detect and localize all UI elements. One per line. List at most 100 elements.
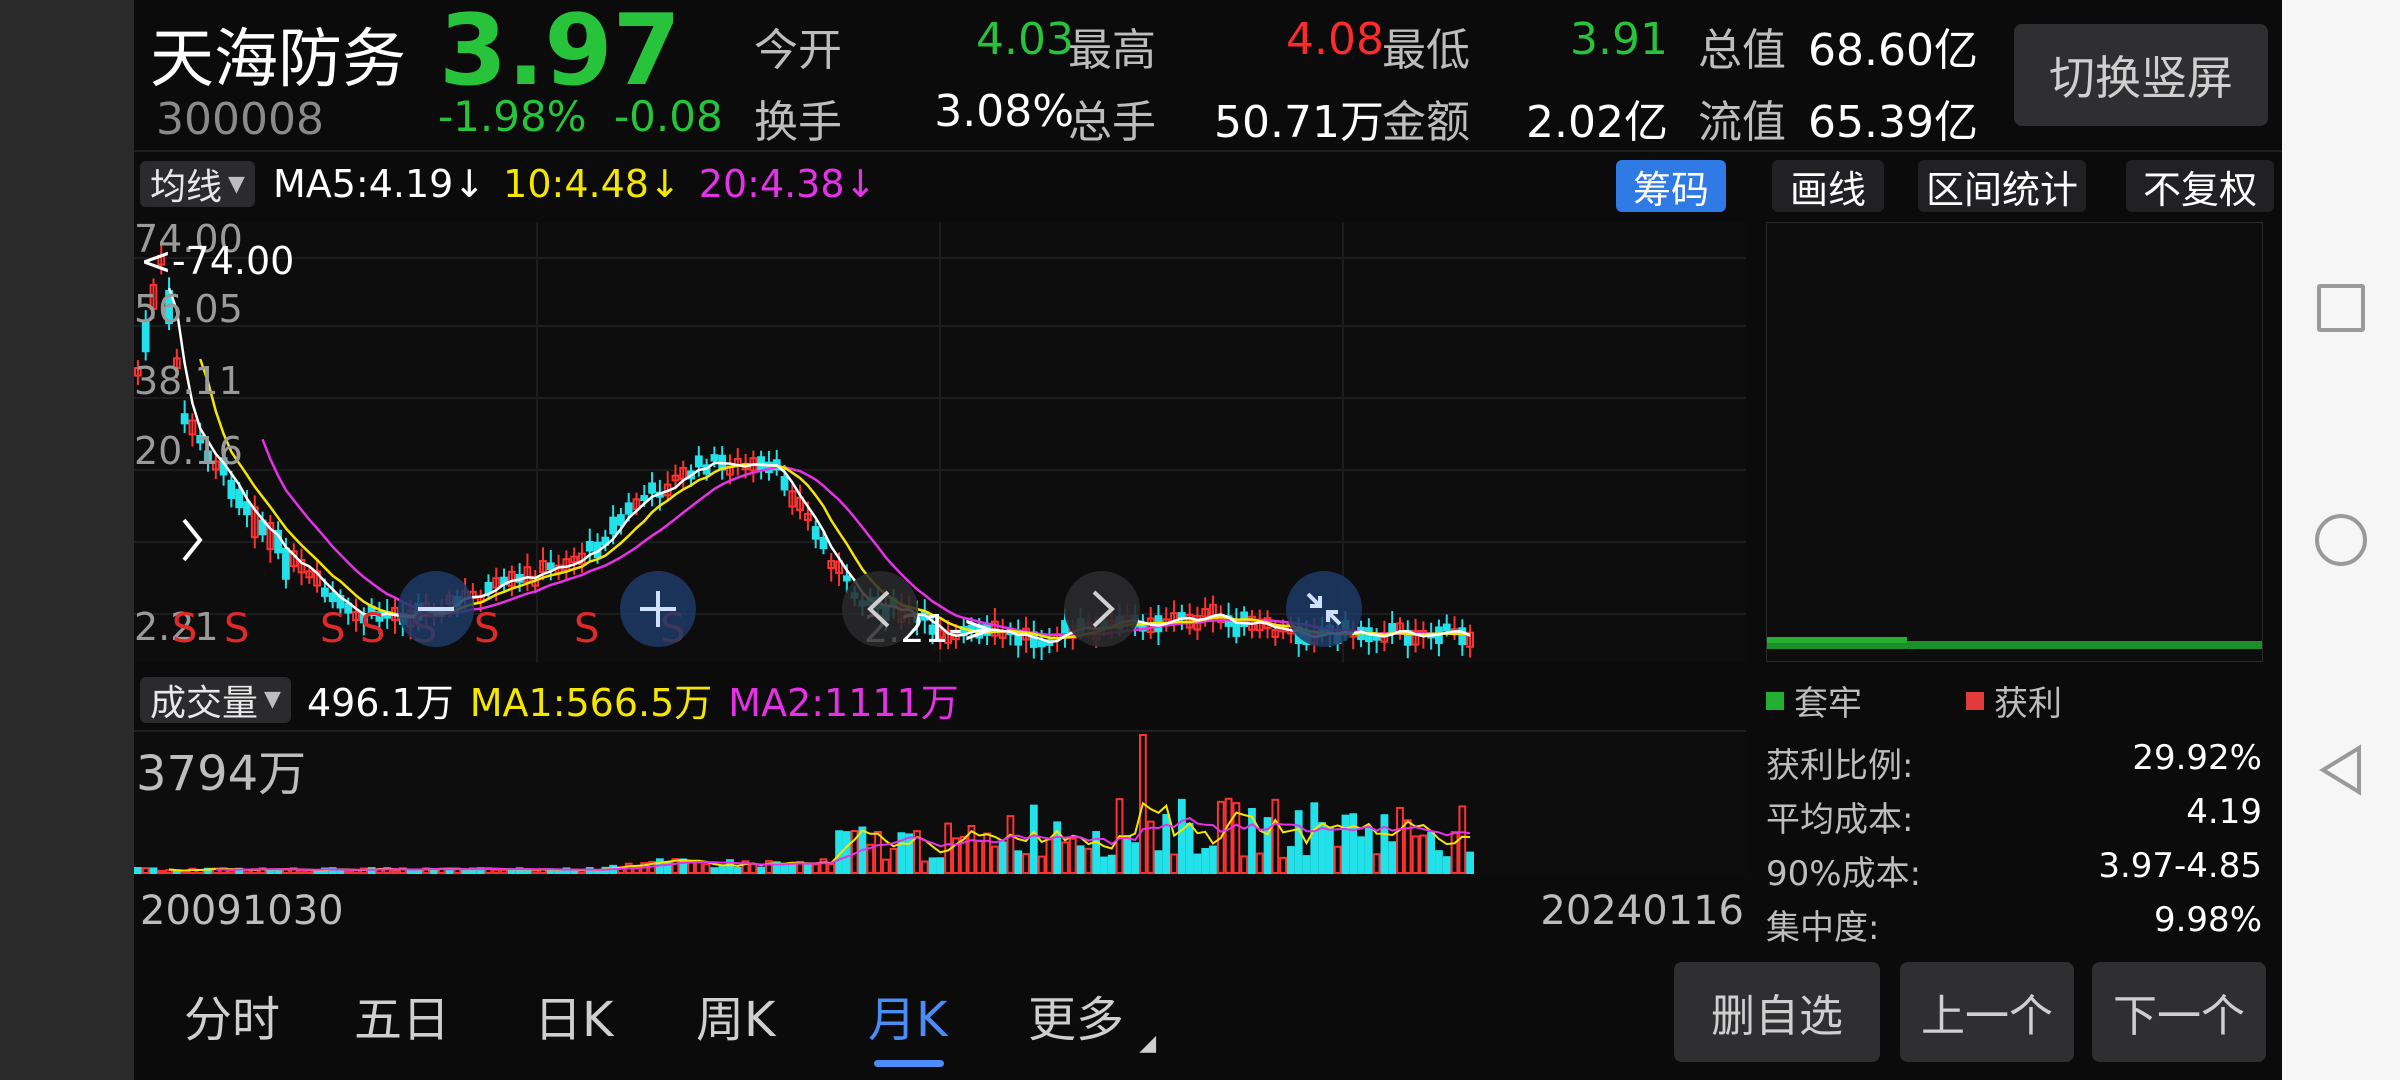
- candle-body: [235, 489, 244, 509]
- candle-body: [694, 455, 703, 468]
- volume-selector-label: 成交量: [150, 682, 259, 724]
- ma10-value: 10:4.48↓: [503, 162, 681, 206]
- profit-label: 获利: [1994, 684, 2062, 724]
- header-divider: [134, 150, 2282, 152]
- volume-bar: [1131, 842, 1139, 875]
- candle-body: [328, 592, 337, 603]
- candle-body: [617, 514, 625, 526]
- zoom-in-icon[interactable]: [620, 571, 696, 647]
- switch-portrait-button[interactable]: 切换竖屏: [2014, 24, 2268, 126]
- profit-ratio-label: 获利比例:: [1766, 746, 1914, 786]
- volume-bar: [998, 841, 1007, 874]
- avg-cost-label: 平均成本:: [1766, 800, 1914, 840]
- volume-bar: [1201, 848, 1210, 875]
- candle-body: [320, 587, 329, 597]
- concentration-value: 9.98%: [2153, 900, 2262, 940]
- open-value: 4.03: [976, 14, 1074, 65]
- volume-selector[interactable]: 成交量 ▼: [140, 676, 291, 724]
- candle-body: [243, 501, 251, 516]
- volume-bar: [1380, 814, 1389, 874]
- ma-selector[interactable]: 均线 ▼: [140, 161, 255, 208]
- sell-signal: S: [224, 606, 249, 652]
- volume-bar: [936, 857, 945, 875]
- volume-bar: [804, 863, 812, 875]
- turnover-label: 换手: [754, 97, 842, 148]
- volume-bar: [733, 866, 742, 875]
- volume-bar: [1388, 841, 1397, 874]
- sell-signal: S: [360, 606, 385, 652]
- float-cap-value: 65.39亿: [1808, 97, 1978, 148]
- volume-bar: [757, 866, 766, 874]
- volume-bar: [1263, 817, 1272, 875]
- volume-bar: [780, 863, 789, 875]
- volume-bar: [710, 867, 719, 874]
- volume-bar: [905, 833, 914, 874]
- price-axis-label: 20.16: [134, 429, 243, 473]
- volume-bar: [1325, 827, 1334, 875]
- ma5-value: MA5:4.19↓: [272, 162, 486, 206]
- next-stock-button[interactable]: 下一个: [2092, 962, 2266, 1062]
- volume-bar: [1185, 822, 1194, 874]
- back-button[interactable]: [2282, 730, 2400, 810]
- volume-bar: [570, 869, 579, 874]
- total-cap-value: 68.60亿: [1808, 25, 1978, 76]
- change-amount: -0.08: [614, 92, 723, 141]
- recent-apps-button[interactable]: [2282, 268, 2400, 348]
- volume-bar: [1349, 813, 1358, 874]
- circle-icon: [2315, 514, 2367, 566]
- date-end: 20240116: [1540, 888, 1744, 934]
- zoom-out-icon[interactable]: [398, 571, 474, 647]
- volume-bar: [1177, 798, 1186, 874]
- volume-bar: [1357, 836, 1365, 875]
- candle-body: [484, 581, 493, 595]
- chips-button[interactable]: 筹码: [1616, 160, 1726, 212]
- tab-monthly-k[interactable]: 月K: [868, 980, 947, 1050]
- tab-more[interactable]: 更多 ◢: [1028, 980, 1156, 1056]
- home-button[interactable]: [2282, 500, 2400, 580]
- volume-bar: [1341, 814, 1350, 874]
- system-nav-bar: [2282, 0, 2400, 1080]
- sell-signal: S: [574, 606, 599, 652]
- chip-legend-profit: 获利: [1966, 676, 2062, 725]
- volume-svg: 3794万: [134, 730, 1746, 875]
- tab-daily-k[interactable]: 日K: [534, 980, 613, 1050]
- candle-body: [1442, 623, 1451, 632]
- volume-bar: [134, 867, 142, 874]
- kline-svg: 74.0056.0538.1120.162.21 SSSSSSSS <-74.0…: [134, 217, 1746, 662]
- sell-signal: S: [320, 606, 345, 652]
- adjust-button[interactable]: 不复权: [2126, 160, 2274, 212]
- triangle-back-icon: [2319, 744, 2361, 796]
- kline-chart[interactable]: 74.0056.0538.1120.162.21 SSSSSSSS <-74.0…: [134, 217, 1746, 662]
- volume-chart[interactable]: 3794万: [134, 730, 1746, 875]
- volume-bar: [1014, 850, 1023, 875]
- draw-line-button[interactable]: 画线: [1772, 160, 1884, 212]
- candle-body: [585, 541, 594, 552]
- compress-icon[interactable]: [1286, 571, 1362, 647]
- volume-bar: [1107, 854, 1116, 874]
- cost90-label: 90%成本:: [1766, 854, 1922, 894]
- candle-body: [640, 494, 649, 502]
- date-start: 20091030: [140, 888, 344, 934]
- candle-body: [609, 516, 618, 535]
- remove-favorite-button[interactable]: 删自选: [1674, 962, 1880, 1062]
- stock-code: 300008: [156, 94, 324, 145]
- volume-bar: [1193, 853, 1202, 875]
- ma-selector-label: 均线: [150, 167, 223, 208]
- chip-svg: [1767, 223, 2262, 661]
- scroll-right-icon[interactable]: [1064, 571, 1140, 647]
- scroll-left-icon[interactable]: [842, 571, 918, 647]
- tab-intraday[interactable]: 分时: [184, 980, 280, 1050]
- candle-body: [1388, 623, 1397, 635]
- low-label: 最低: [1382, 25, 1470, 76]
- volume-bar: [1029, 804, 1038, 874]
- volume-bar: [1076, 845, 1085, 874]
- prev-stock-button[interactable]: 上一个: [1900, 962, 2074, 1062]
- candle-body: [282, 547, 290, 580]
- range-stats-button[interactable]: 区间统计: [1918, 160, 2086, 212]
- tab-five-day[interactable]: 五日: [354, 980, 450, 1050]
- chip-distribution-panel[interactable]: [1766, 222, 2263, 662]
- sell-signal: S: [172, 606, 197, 652]
- volume-bar: [1154, 850, 1163, 874]
- low-value: 3.91: [1570, 14, 1668, 65]
- tab-weekly-k[interactable]: 周K: [696, 980, 775, 1050]
